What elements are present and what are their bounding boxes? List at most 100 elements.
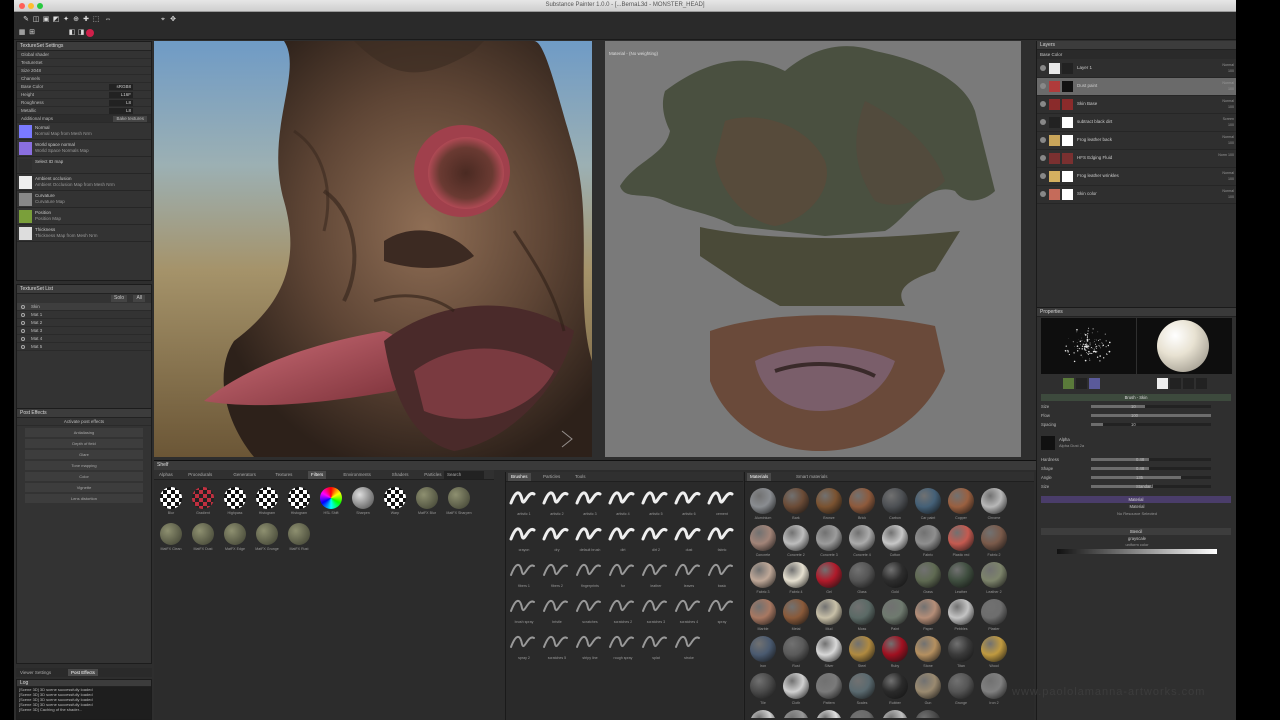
post-effect-item[interactable]: Depth of field bbox=[25, 439, 143, 448]
tab-viewer-settings[interactable]: Viewer Settings bbox=[20, 669, 51, 676]
view-mode-icon[interactable]: ◧ bbox=[68, 29, 76, 37]
filter-item[interactable]: Blur bbox=[158, 487, 184, 519]
post-effect-item[interactable]: Vignette bbox=[25, 483, 143, 492]
brush-tab[interactable]: Particles bbox=[540, 473, 563, 481]
property-slider[interactable] bbox=[1091, 467, 1211, 470]
shelf-tab[interactable]: Particles bbox=[421, 471, 444, 479]
material-item[interactable]: Glass bbox=[847, 562, 877, 594]
setting-value[interactable]: L8 bbox=[109, 100, 133, 106]
brush-item[interactable]: cement bbox=[706, 488, 738, 520]
additional-map-item[interactable]: Position Position Map bbox=[17, 208, 151, 225]
viewport-3d[interactable] bbox=[154, 41, 592, 457]
material-item[interactable]: Aluminium bbox=[748, 488, 778, 520]
brush-item[interactable]: artistic 3 bbox=[574, 488, 606, 520]
shelf-tab[interactable]: Filters bbox=[308, 471, 327, 479]
filter-item[interactable]: Highpass bbox=[222, 487, 248, 519]
visibility-radio-icon[interactable] bbox=[21, 321, 25, 325]
brush-thumb-2[interactable] bbox=[1076, 378, 1087, 389]
material-item[interactable]: Gold bbox=[880, 562, 910, 594]
camera-tool-icon[interactable]: ⌖ bbox=[159, 16, 167, 24]
brush-item[interactable]: fabric bbox=[706, 524, 738, 556]
material-item[interactable]: Leather 2 bbox=[979, 562, 1009, 594]
brush-item[interactable]: scratches 5 bbox=[541, 632, 573, 664]
brush-item[interactable]: artistic 2 bbox=[541, 488, 573, 520]
material-item[interactable]: Bronze bbox=[814, 488, 844, 520]
layer-row[interactable]: subtract black dirt Screen 100 bbox=[1037, 114, 1237, 132]
activate-post-effects-checkbox[interactable]: Activate post effects bbox=[17, 418, 151, 426]
material-item[interactable]: Scales bbox=[847, 673, 877, 705]
select-tool-icon[interactable]: ⬚ bbox=[92, 16, 100, 24]
material-item[interactable]: Plastic red bbox=[946, 525, 976, 557]
brush-item[interactable]: rough spray bbox=[607, 632, 639, 664]
move-tool-icon[interactable]: ✥ bbox=[169, 16, 177, 24]
brush-item[interactable]: basic bbox=[706, 560, 738, 592]
filter-item[interactable]: MatFX Clean bbox=[158, 523, 184, 555]
brush-item[interactable]: fingerprints bbox=[574, 560, 606, 592]
tab-post-effects[interactable]: Post Effects bbox=[68, 669, 98, 676]
material-item[interactable]: Titan bbox=[946, 636, 976, 668]
texset-list-item[interactable]: Mat 4 bbox=[17, 335, 151, 343]
filter-item[interactable]: MatFX Edge bbox=[222, 523, 248, 555]
alpha-thumb[interactable] bbox=[1041, 436, 1055, 450]
layer-visibility-icon[interactable] bbox=[1040, 191, 1046, 197]
smudge-tool-icon[interactable]: ✦ bbox=[62, 16, 70, 24]
material-item[interactable]: Rust bbox=[781, 636, 811, 668]
additional-map-item[interactable]: Curvature Curvature Map bbox=[17, 191, 151, 208]
property-slider[interactable] bbox=[1091, 458, 1211, 461]
brush-item[interactable]: fur bbox=[607, 560, 639, 592]
brush-item[interactable]: artistic 4 bbox=[607, 488, 639, 520]
material-item[interactable]: Rubber bbox=[880, 673, 910, 705]
material-thumb-2[interactable] bbox=[1170, 378, 1181, 389]
property-value[interactable]: 0.48 bbox=[1136, 465, 1144, 472]
brush-item[interactable]: scratches 3 bbox=[640, 596, 672, 628]
layer-visibility-icon[interactable] bbox=[1040, 65, 1046, 71]
layer-blend-mode[interactable]: Normal 100 bbox=[1222, 62, 1234, 74]
property-slider[interactable] bbox=[1091, 405, 1211, 408]
record-indicator-icon[interactable] bbox=[86, 29, 94, 37]
brush-item[interactable]: fibers 2 bbox=[541, 560, 573, 592]
clone-tool-icon[interactable]: ⊕ bbox=[72, 16, 80, 24]
material-item[interactable]: Concrete bbox=[748, 525, 778, 557]
material-item[interactable]: Fabric 3 bbox=[748, 562, 778, 594]
material-item[interactable]: Moss bbox=[847, 599, 877, 631]
additional-map-item[interactable]: World space normal World Space Normals Ma… bbox=[17, 140, 151, 157]
layer-visibility-icon[interactable] bbox=[1040, 83, 1046, 89]
brush-item[interactable]: dust bbox=[673, 524, 705, 556]
brush-thumb-3[interactable] bbox=[1089, 378, 1100, 389]
additional-map-item[interactable]: Ambient occlusion Ambient Occlusion Map f… bbox=[17, 174, 151, 191]
layer-visibility-icon[interactable] bbox=[1040, 101, 1046, 107]
shelf-tab[interactable]: Procedurals bbox=[185, 471, 215, 479]
layer-blend-mode[interactable]: Normal 100 bbox=[1222, 188, 1234, 200]
visibility-radio-icon[interactable] bbox=[21, 305, 25, 309]
texset-list-item[interactable]: Mat 3 bbox=[17, 327, 151, 335]
layer-row[interactable]: Skin Base Normal 100 bbox=[1037, 96, 1237, 114]
projection-tool-icon[interactable]: ▣ bbox=[42, 16, 50, 24]
brush-item[interactable]: scratches bbox=[574, 596, 606, 628]
material-tab[interactable]: Smart materials bbox=[793, 473, 831, 481]
setting-value[interactable]: sRGB8 bbox=[109, 84, 133, 90]
shelf-tab[interactable]: Shaders bbox=[389, 471, 412, 479]
material-section-header[interactable]: Material bbox=[1041, 496, 1231, 503]
filter-item[interactable]: MatFX Rust bbox=[286, 523, 312, 555]
layer-visibility-icon[interactable] bbox=[1040, 137, 1046, 143]
additional-map-item[interactable]: Normal Normal Map from Mesh Nrm bbox=[17, 123, 151, 140]
property-value[interactable]: 135 bbox=[1136, 474, 1143, 481]
shelf-tab[interactable]: Textures bbox=[272, 471, 295, 479]
material-item[interactable]: Plaster bbox=[979, 599, 1009, 631]
render-mode-icon[interactable]: ◨ bbox=[77, 29, 85, 37]
brush-item[interactable]: splat bbox=[640, 632, 672, 664]
property-slider[interactable] bbox=[1091, 476, 1211, 479]
layer-blend-mode[interactable]: Normal 100 bbox=[1222, 134, 1234, 146]
property-value[interactable]: 10 bbox=[1131, 403, 1136, 410]
material-item[interactable]: Concrete 3 bbox=[814, 525, 844, 557]
material-item[interactable]: Wire bbox=[880, 710, 910, 718]
material-item[interactable]: Carbon bbox=[880, 488, 910, 520]
texset-list-item[interactable]: Mat 1 bbox=[17, 311, 151, 319]
post-effect-item[interactable]: Glare bbox=[25, 450, 143, 459]
property-slider[interactable] bbox=[1091, 423, 1211, 426]
property-value[interactable]: 0.48 bbox=[1136, 456, 1144, 463]
layer-row[interactable]: Dust paint Normal 100 bbox=[1037, 78, 1237, 96]
layer-row[interactable]: Frog leather back Normal 100 bbox=[1037, 132, 1237, 150]
picker-tool-icon[interactable]: ✚ bbox=[82, 16, 90, 24]
filter-item[interactable]: MatFX Grunge bbox=[254, 523, 280, 555]
